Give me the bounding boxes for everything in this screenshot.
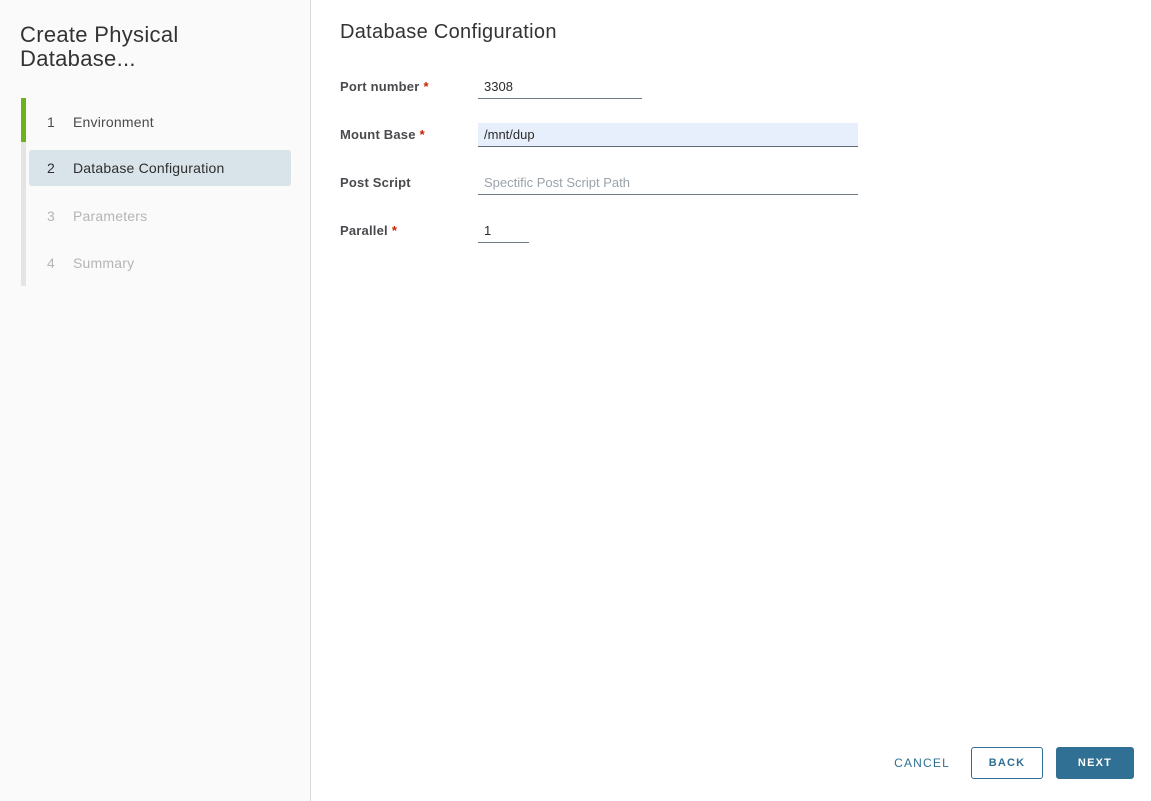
label-text: Parallel [340, 223, 388, 238]
step-environment[interactable]: 1 Environment [29, 98, 291, 145]
wizard-step-list: 1 Environment 2 Database Configuration 3… [20, 98, 291, 287]
step-number: 4 [47, 254, 55, 271]
required-marker: * [419, 127, 425, 142]
step-parameters: 3 Parameters [29, 192, 291, 239]
next-button[interactable]: NEXT [1056, 747, 1134, 779]
post-script-row: Post Script [340, 171, 1151, 195]
step-database-configuration[interactable]: 2 Database Configuration [29, 150, 291, 187]
parallel-label: Parallel * [340, 219, 478, 238]
wizard-title: Create Physical Database... [20, 22, 179, 72]
port-number-label: Port number * [340, 75, 478, 94]
step-summary: 4 Summary [29, 239, 291, 286]
parallel-input[interactable] [478, 219, 529, 243]
label-text: Mount Base [340, 127, 416, 142]
mount-base-input[interactable] [478, 123, 858, 147]
cancel-button[interactable]: CANCEL [892, 756, 952, 770]
mount-base-label: Mount Base * [340, 123, 478, 142]
label-text: Port number [340, 79, 420, 94]
step-number: 1 [47, 113, 55, 130]
wizard-footer-actions: CANCEL BACK NEXT [892, 747, 1134, 779]
step-number: 3 [47, 207, 55, 224]
back-button[interactable]: BACK [971, 747, 1043, 779]
post-script-input[interactable] [478, 171, 858, 195]
page-title: Database Configuration [340, 21, 557, 43]
post-script-label: Post Script [340, 171, 478, 190]
step-number: 2 [47, 160, 55, 177]
database-configuration-form: Port number* Mount Base* Post Script Par… [340, 75, 1151, 243]
port-number-input[interactable] [478, 75, 642, 99]
mount-base-row: Mount Base * [340, 123, 1151, 147]
step-track-completed [21, 98, 26, 143]
wizard-sidebar: Create Physical Database... 1 Environmen… [0, 0, 311, 801]
required-marker: * [423, 79, 429, 94]
step-label: Summary [73, 254, 135, 271]
create-database-wizard: Create Physical Database... 1 Environmen… [0, 0, 1151, 801]
step-label: Database Configuration [73, 160, 225, 177]
label-text: Post Script [340, 175, 411, 190]
step-label: Environment [73, 113, 154, 130]
port-number-row: Port number * [340, 75, 1151, 99]
parallel-row: Parallel * [340, 219, 1151, 243]
step-label: Parameters [73, 207, 148, 224]
required-marker: * [391, 223, 398, 238]
wizard-page: Database Configuration Port number* Moun… [311, 0, 1151, 801]
